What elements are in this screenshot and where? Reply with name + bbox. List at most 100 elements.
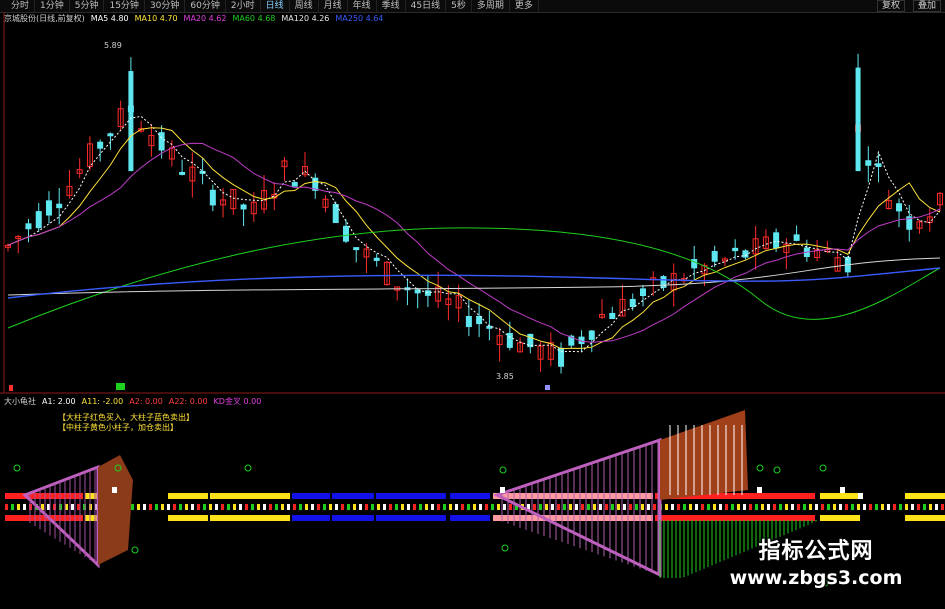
center-dash (893, 504, 896, 510)
center-dash (839, 504, 842, 510)
center-dash (863, 504, 866, 510)
center-dash (347, 504, 350, 510)
white-mark (112, 487, 117, 493)
center-dash (503, 504, 506, 510)
center-dash (389, 504, 392, 510)
center-dash (797, 504, 800, 510)
candle-body (609, 312, 616, 319)
center-dash (413, 504, 416, 510)
candle-body (732, 247, 739, 252)
signal-dot (501, 544, 509, 552)
center-dash (173, 504, 176, 510)
center-dash (803, 504, 806, 510)
center-dash (425, 504, 428, 510)
indicator-legend: 大小龟社 A1: 2.00 A11: -2.00 A2: 0.00 A22: 0.00 K… (4, 397, 267, 407)
center-dash (665, 504, 668, 510)
center-dash (443, 504, 446, 510)
center-dash (287, 504, 290, 510)
indicator-notes: 【大柱子红色买入，大柱子蓝色卖出】 【中柱子黄色小柱子，加仓卖出】 (58, 413, 194, 433)
ma10-line (7, 127, 941, 350)
center-dash (23, 504, 26, 510)
center-dash (941, 504, 944, 510)
band-yellow (905, 493, 945, 499)
center-dash (731, 504, 734, 510)
center-dash (605, 504, 608, 510)
center-dash (743, 504, 746, 510)
center-dash (545, 504, 548, 510)
candle-body (342, 225, 349, 242)
center-dash (335, 504, 338, 510)
legend_sub-item-2: A11: -2.00 (81, 397, 124, 406)
signal-marker (116, 383, 125, 390)
band-blue (332, 515, 374, 521)
center-dash (899, 504, 902, 510)
center-dash (155, 504, 158, 510)
center-dash (383, 504, 386, 510)
center-dash (209, 504, 212, 510)
center-dash (689, 504, 692, 510)
center-dash (359, 504, 362, 510)
candle-body (629, 298, 636, 308)
center-dash (299, 504, 302, 510)
center-dash (869, 504, 872, 510)
center-dash (821, 504, 824, 510)
spike-candle (128, 71, 134, 172)
band-red (5, 515, 83, 521)
center-dash (11, 504, 14, 510)
white-mark (858, 493, 863, 499)
center-dash (641, 504, 644, 510)
center-dash (935, 504, 938, 510)
band-yellow (820, 515, 860, 521)
center-dash (713, 504, 716, 510)
center-dash (149, 504, 152, 510)
candle-body (240, 204, 247, 210)
center-dash (929, 504, 932, 510)
center-dash (719, 504, 722, 510)
band-blue (332, 493, 374, 499)
center-dash (737, 504, 740, 510)
spike-candle (855, 67, 861, 172)
center-dash (755, 504, 758, 510)
band-yellow (250, 515, 290, 521)
center-dash (809, 504, 812, 510)
center-dash (5, 504, 8, 510)
band-yellow (905, 515, 945, 521)
band-yellow (820, 493, 860, 499)
center-dash (491, 504, 494, 510)
center-dash (533, 504, 536, 510)
center-dash (785, 504, 788, 510)
band-yellow (168, 493, 208, 499)
center-dash (461, 504, 464, 510)
center-dash (329, 504, 332, 510)
kline-chart[interactable] (0, 0, 945, 609)
center-dash (323, 504, 326, 510)
center-dash (239, 504, 242, 510)
center-dash (629, 504, 632, 510)
band-pink (493, 493, 653, 499)
legend_sub-item-3: A2: 0.00 (129, 397, 163, 406)
candle-body (158, 132, 165, 151)
center-dash (377, 504, 380, 510)
center-dash (17, 504, 20, 510)
candle-body (56, 203, 63, 209)
center-dash (131, 504, 134, 510)
candle-body (486, 325, 493, 329)
center-dash (245, 504, 248, 510)
candle-body (45, 200, 52, 216)
candle-body (896, 203, 903, 212)
center-dash (599, 504, 602, 510)
center-dash (419, 504, 422, 510)
ma250-line (7, 267, 941, 299)
center-dash (587, 504, 590, 510)
center-dash (677, 504, 680, 510)
band-blue (292, 515, 330, 521)
center-dash (833, 504, 836, 510)
candle-body (506, 332, 513, 348)
high-price-label: 5.89 (104, 41, 122, 50)
center-dash (707, 504, 710, 510)
candle-body (353, 247, 360, 251)
band-blue (376, 493, 446, 499)
center-dash (875, 504, 878, 510)
candle-body (793, 234, 800, 241)
center-dash (827, 504, 830, 510)
